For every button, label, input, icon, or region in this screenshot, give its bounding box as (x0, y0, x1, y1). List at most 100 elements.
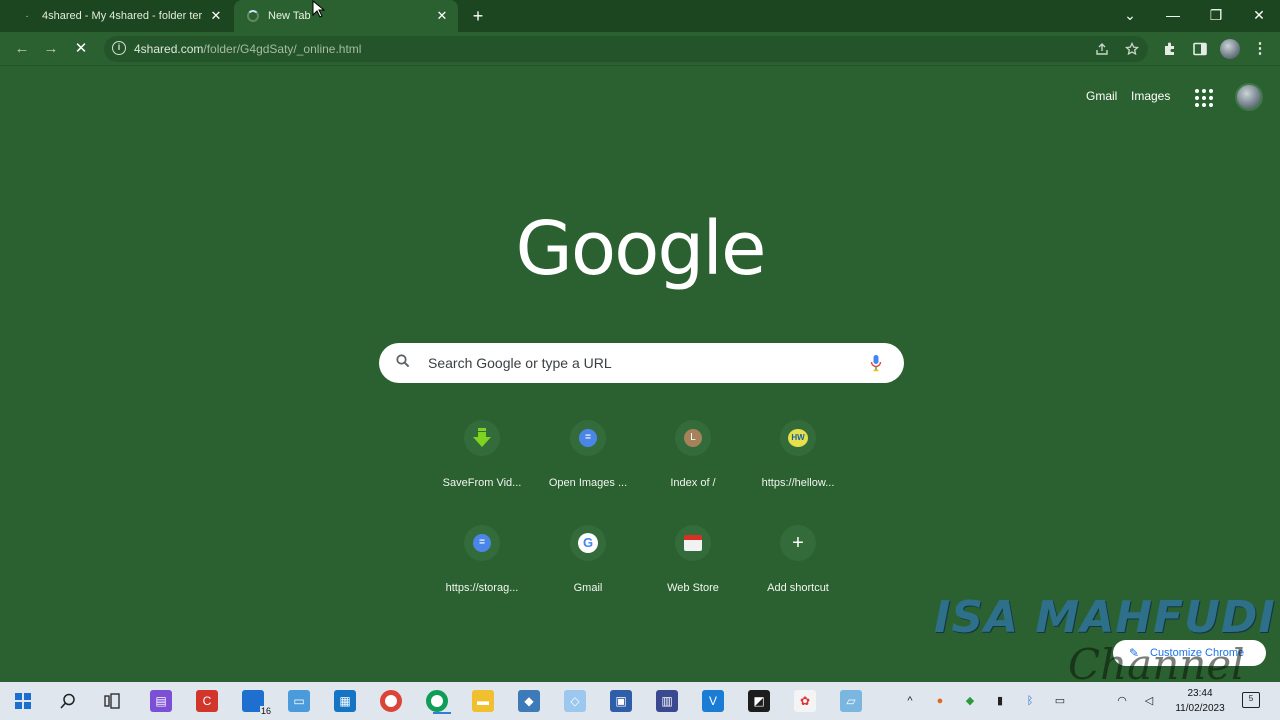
google-logo: Google (515, 206, 767, 292)
search-placeholder: Search Google or type a URL (428, 355, 612, 371)
tray-app-icon[interactable]: ● (932, 693, 948, 709)
shortcut-icon-circle: HW (780, 420, 816, 456)
shortcut-label: SaveFrom Vid... (442, 477, 522, 489)
site-info-icon[interactable]: i (112, 41, 126, 55)
shortcut-label: Open Images ... (548, 477, 628, 489)
sticky-notes-icon[interactable]: ◩ (748, 690, 770, 712)
network-tool-icon[interactable]: ▣ (610, 690, 632, 712)
forward-arrow-icon[interactable]: → (39, 37, 63, 61)
bookmark-star-icon[interactable] (1125, 42, 1139, 56)
tab-favicon: · (25, 10, 29, 22)
tab-close-icon[interactable]: ✕ (208, 8, 224, 24)
url-host: 4shared.com (134, 42, 204, 56)
search-icon[interactable] (60, 693, 76, 709)
app-badge-icon[interactable]: 16 (242, 690, 272, 716)
doc-icon: = (579, 429, 597, 447)
close-window-button[interactable]: ✕ (1237, 0, 1280, 30)
loading-spinner-icon (246, 9, 260, 23)
notification-center-icon[interactable]: 5 (1242, 692, 1260, 708)
new-tab-button[interactable]: + (468, 5, 488, 27)
python-icon[interactable]: ◆ (518, 690, 540, 712)
minimize-button[interactable]: — (1151, 0, 1195, 30)
shortcut-label: https://storag... (445, 582, 519, 594)
clock-time: 23:44 (1187, 688, 1213, 699)
search-icon (396, 354, 410, 368)
notepad-icon[interactable]: ▱ (840, 690, 862, 712)
store-app-icon[interactable]: ▦ (334, 690, 356, 712)
tab-search-chevron-icon[interactable]: ⌄ (1108, 0, 1152, 30)
file-explorer-icon[interactable]: ▬ (472, 690, 494, 712)
tray-chevron-up-icon[interactable]: ^ (902, 693, 918, 709)
images-link[interactable]: Images (1131, 89, 1170, 103)
shortcut-add[interactable]: + Add shortcut (746, 523, 850, 623)
paint-tool-icon[interactable]: ✿ (794, 690, 816, 712)
shortcut-icon-circle (464, 420, 500, 456)
menu-dots-icon[interactable]: ⋮ (1248, 37, 1272, 61)
letter-l-icon: L (684, 429, 702, 447)
tab-title: 4shared - My 4shared - folder ter (42, 10, 202, 22)
shortcut-icon-circle: = (464, 525, 500, 561)
windows-start-icon[interactable] (15, 693, 31, 709)
side-panel-icon[interactable] (1192, 41, 1208, 57)
voice-search-mic-icon[interactable] (869, 354, 883, 372)
search-box[interactable]: Search Google or type a URL (379, 343, 904, 383)
battery-icon[interactable]: ▭ (1052, 693, 1068, 709)
webstore-icon (684, 535, 702, 551)
wifi-icon[interactable]: ◠ (1114, 693, 1130, 709)
shortcut-icon-circle: = (570, 420, 606, 456)
url-text[interactable]: 4shared.com/folder/G4gdSaty/_online.html (134, 42, 361, 56)
shortcut-web-store[interactable]: Web Store (641, 523, 745, 623)
stop-loading-icon[interactable]: ✕ (69, 37, 93, 61)
clock-date: 11/02/2023 (1175, 703, 1225, 714)
plus-icon: + (792, 532, 804, 554)
shortcut-open-images[interactable]: = Open Images ... (536, 418, 640, 518)
chrome-icon[interactable] (380, 690, 402, 712)
tab-close-icon[interactable]: ✕ (434, 8, 450, 24)
remote-desktop-icon[interactable]: ▭ (288, 690, 310, 712)
back-arrow-icon[interactable]: ← (10, 37, 34, 61)
account-avatar[interactable] (1235, 83, 1263, 111)
download-arrow-icon (473, 428, 491, 447)
vs-app-icon[interactable]: V (702, 690, 724, 712)
shortcut-gmail[interactable]: G Gmail (536, 523, 640, 623)
shortcut-index-of[interactable]: L Index of / (641, 418, 745, 518)
volume-icon[interactable]: ◁ (1141, 693, 1157, 709)
tab-title: New Tab (268, 10, 311, 22)
hw-icon: HW (788, 429, 808, 447)
shortcut-hellow[interactable]: HW https://hellow... (746, 418, 850, 518)
microphone-icon[interactable]: ▮ (992, 693, 1008, 709)
bluetooth-icon[interactable]: ᛒ (1022, 693, 1038, 709)
tab-4shared[interactable]: · 4shared - My 4shared - folder ter ✕ (8, 0, 232, 32)
tray-shield-icon[interactable]: ◆ (962, 693, 978, 709)
shortcut-label: Add shortcut (767, 582, 829, 594)
shortcut-label: Index of / (670, 477, 716, 489)
doc-icon: = (473, 534, 491, 552)
shortcut-label: https://hellow... (761, 477, 835, 489)
shortcut-label: Gmail (573, 582, 603, 594)
app-diamond-icon[interactable]: ◇ (564, 690, 586, 712)
shortcut-icon-circle: G (570, 525, 606, 561)
gmail-link[interactable]: Gmail (1086, 89, 1117, 103)
google-apps-icon[interactable] (1195, 89, 1213, 107)
video-editor-icon[interactable]: ▤ (150, 690, 172, 712)
device-manager-icon[interactable]: ▥ (656, 690, 678, 712)
restore-button[interactable]: ❐ (1194, 0, 1238, 30)
tab-strip: · 4shared - My 4shared - folder ter ✕ Ne… (0, 0, 1280, 32)
shortcut-storage[interactable]: = https://storag... (430, 523, 534, 623)
tab-new-tab[interactable]: New Tab ✕ (234, 0, 458, 32)
shortcut-icon-circle: + (780, 525, 816, 561)
watermark-title: ISA MAHFUDI (934, 592, 1276, 643)
chrome-active-icon[interactable] (426, 690, 451, 714)
shortcut-savefrom[interactable]: SaveFrom Vid... (430, 418, 534, 518)
shortcut-icon-circle: L (675, 420, 711, 456)
share-icon[interactable] (1095, 42, 1109, 56)
task-view-icon[interactable] (104, 693, 122, 709)
taskbar-badge-count: 16 (259, 706, 272, 716)
windows-taskbar: ▤ C 16 ▭ ▦ ▬ ◆ ◇ ▣ ▥ V ◩ ✿ ▱ ^ ● ◆ ▮ ᛒ ▭… (0, 682, 1280, 720)
extensions-puzzle-icon[interactable] (1162, 41, 1178, 57)
shortcut-label: Web Store (667, 582, 719, 594)
system-clock[interactable]: 23:44 11/02/2023 (1168, 686, 1232, 716)
address-bar[interactable]: i 4shared.com/folder/G4gdSaty/_online.ht… (104, 36, 1148, 62)
app-c-icon[interactable]: C (196, 690, 218, 712)
profile-avatar[interactable] (1220, 39, 1240, 59)
